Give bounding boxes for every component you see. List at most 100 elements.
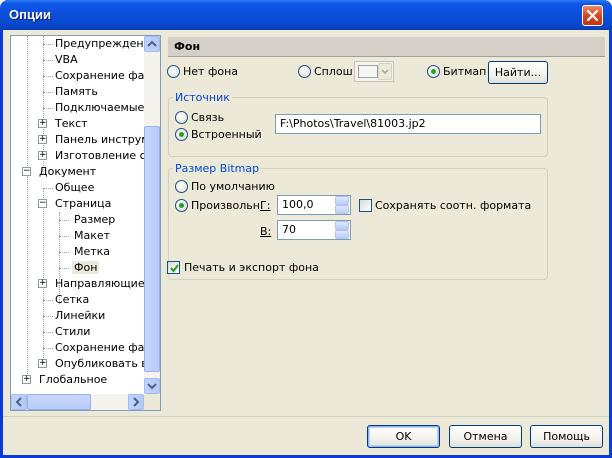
embedded-radio[interactable] [175, 128, 188, 141]
print-export-checkbox[interactable] [167, 261, 180, 274]
tree-item-label: Линейки [55, 309, 106, 322]
tree-vertical-scrollbar[interactable] [144, 36, 160, 394]
scroll-thumb[interactable] [144, 126, 160, 372]
tree-item-label-page[interactable]: Метка [59, 244, 110, 260]
tree-item-document[interactable]: − Документ [22, 164, 96, 180]
arrow-left-icon [15, 397, 22, 407]
tree-item-publish[interactable]: + Опубликовать в [38, 356, 148, 372]
vertical-label: В: [260, 225, 272, 238]
tree-item-warnings[interactable]: Предупреждения [43, 36, 157, 52]
collapse-icon[interactable]: − [22, 167, 31, 176]
tree-item-label: Направляющие [55, 277, 145, 290]
bitmap-label[interactable]: Битмап [443, 65, 486, 79]
tree-item-global[interactable]: + Глобальное [22, 372, 107, 388]
spin-up-icon[interactable] [335, 196, 349, 205]
tree-item-label: Стили [55, 325, 91, 338]
tree-item-text[interactable]: + Текст [38, 116, 88, 132]
source-group-title: Источник [173, 91, 232, 104]
expand-icon[interactable]: + [38, 279, 47, 288]
tree-item-toolbars[interactable]: + Панель инструме [38, 132, 156, 148]
tree-item-label: Текст [55, 117, 88, 130]
tree-item-save-file[interactable]: Сохранение файл [43, 68, 159, 84]
tree-item-guides[interactable]: + Направляющие [38, 276, 145, 292]
expand-icon[interactable]: + [38, 359, 47, 368]
tree-item-page[interactable]: − Страница [38, 196, 111, 212]
file-path-field[interactable]: F:\Photos\Travel\81003.jp2 [275, 114, 541, 134]
spin-up-icon[interactable] [335, 221, 349, 230]
bitmap-radio[interactable] [427, 65, 440, 78]
vertical-spinner[interactable] [335, 221, 349, 239]
h-scroll-thumb[interactable] [27, 394, 91, 410]
tree-item-label: VBA [55, 53, 78, 66]
tree-item-label: Макет [74, 229, 111, 242]
keep-ratio-label[interactable]: Сохранять соотн. формата [375, 199, 531, 213]
spin-down-icon[interactable] [335, 205, 349, 214]
tree-item-label: Память [55, 85, 98, 98]
tree-item-vba[interactable]: VBA [43, 52, 78, 68]
tree-item-grid[interactable]: Сетка [43, 292, 89, 308]
tree-item-layout[interactable]: Макет [59, 228, 110, 244]
color-picker[interactable] [354, 61, 394, 82]
tree-item-label: Сохранение файл [55, 69, 159, 82]
default-size-label[interactable]: По умолчанию [191, 180, 275, 194]
tree-item-schemes[interactable]: + Изготовление схе [38, 148, 159, 164]
expand-icon[interactable]: + [22, 375, 31, 384]
horizontal-spinner[interactable] [335, 196, 349, 214]
tree-item-label: Метка [74, 245, 111, 258]
scroll-right-button[interactable] [128, 394, 144, 410]
tree-item-size[interactable]: Размер [59, 212, 115, 228]
tree-horizontal-scrollbar[interactable] [11, 394, 144, 410]
custom-size-radio[interactable] [175, 199, 188, 212]
tree-item-label: Фон [72, 261, 100, 274]
tree-item-label: Панель инструме [55, 133, 157, 146]
tree-item-memory[interactable]: Память [43, 84, 98, 100]
tree-item-label: Сохранение файл [55, 341, 159, 354]
tree-item-plugins[interactable]: Подключаемые м [43, 100, 156, 116]
browse-button[interactable]: Найти... [488, 61, 548, 84]
tree-item-label: Предупреждения [55, 37, 158, 50]
scroll-up-button[interactable] [144, 36, 160, 52]
tree-item-save-file-doc[interactable]: Сохранение файл [43, 340, 159, 356]
arrow-right-icon [133, 397, 140, 407]
scroll-left-button[interactable] [11, 394, 27, 410]
tree-item-label: Документ [39, 165, 97, 178]
tree-item-rulers[interactable]: Линейки [43, 308, 105, 324]
scroll-down-button[interactable] [144, 378, 160, 394]
panel-title: Фон [174, 40, 201, 53]
expand-icon[interactable]: + [38, 135, 47, 144]
embedded-label[interactable]: Встроенный [191, 128, 262, 142]
horizontal-label: Г: [260, 199, 271, 212]
help-button[interactable]: Помощь [530, 425, 603, 448]
no-background-radio[interactable] [167, 65, 180, 78]
tree-item-general[interactable]: Общее [43, 180, 94, 196]
tree-item-label: Подключаемые м [55, 101, 157, 114]
solid-color-label[interactable]: Сплош [314, 65, 353, 79]
options-dialog: Опции Предупреждения VBA Сохранение файл… [0, 0, 612, 458]
checkmark-icon [170, 264, 179, 273]
tree-item-label: Страница [55, 197, 112, 210]
custom-size-label[interactable]: Произвольн. [191, 199, 263, 213]
tree-item-label: Сетка [55, 293, 90, 306]
cancel-button[interactable]: Отмена [449, 425, 522, 448]
solid-color-radio[interactable] [298, 65, 311, 78]
no-background-label[interactable]: Нет фона [183, 65, 238, 79]
default-size-radio[interactable] [175, 180, 188, 193]
close-button[interactable] [582, 5, 603, 26]
collapse-icon[interactable]: − [38, 199, 47, 208]
tree-item-background[interactable]: Фон [59, 260, 100, 276]
color-dropdown-button[interactable] [378, 63, 392, 80]
tree-item-label: Общее [55, 181, 95, 194]
spin-down-icon[interactable] [335, 230, 349, 239]
tree-item-styles[interactable]: Стили [43, 324, 90, 340]
chevron-down-icon [381, 69, 389, 75]
dialog-client: Предупреждения VBA Сохранение файл Памят… [3, 30, 609, 455]
options-tree[interactable]: Предупреждения VBA Сохранение файл Памят… [10, 35, 161, 411]
expand-icon[interactable]: + [38, 119, 47, 128]
expand-icon[interactable]: + [38, 151, 47, 160]
title-bar[interactable]: Опции [0, 0, 612, 30]
print-export-label[interactable]: Печать и экспорт фона [184, 261, 319, 275]
ok-button[interactable]: OK [367, 425, 440, 448]
link-label[interactable]: Связь [191, 111, 224, 125]
keep-ratio-checkbox[interactable] [359, 199, 372, 212]
link-radio[interactable] [175, 111, 188, 124]
